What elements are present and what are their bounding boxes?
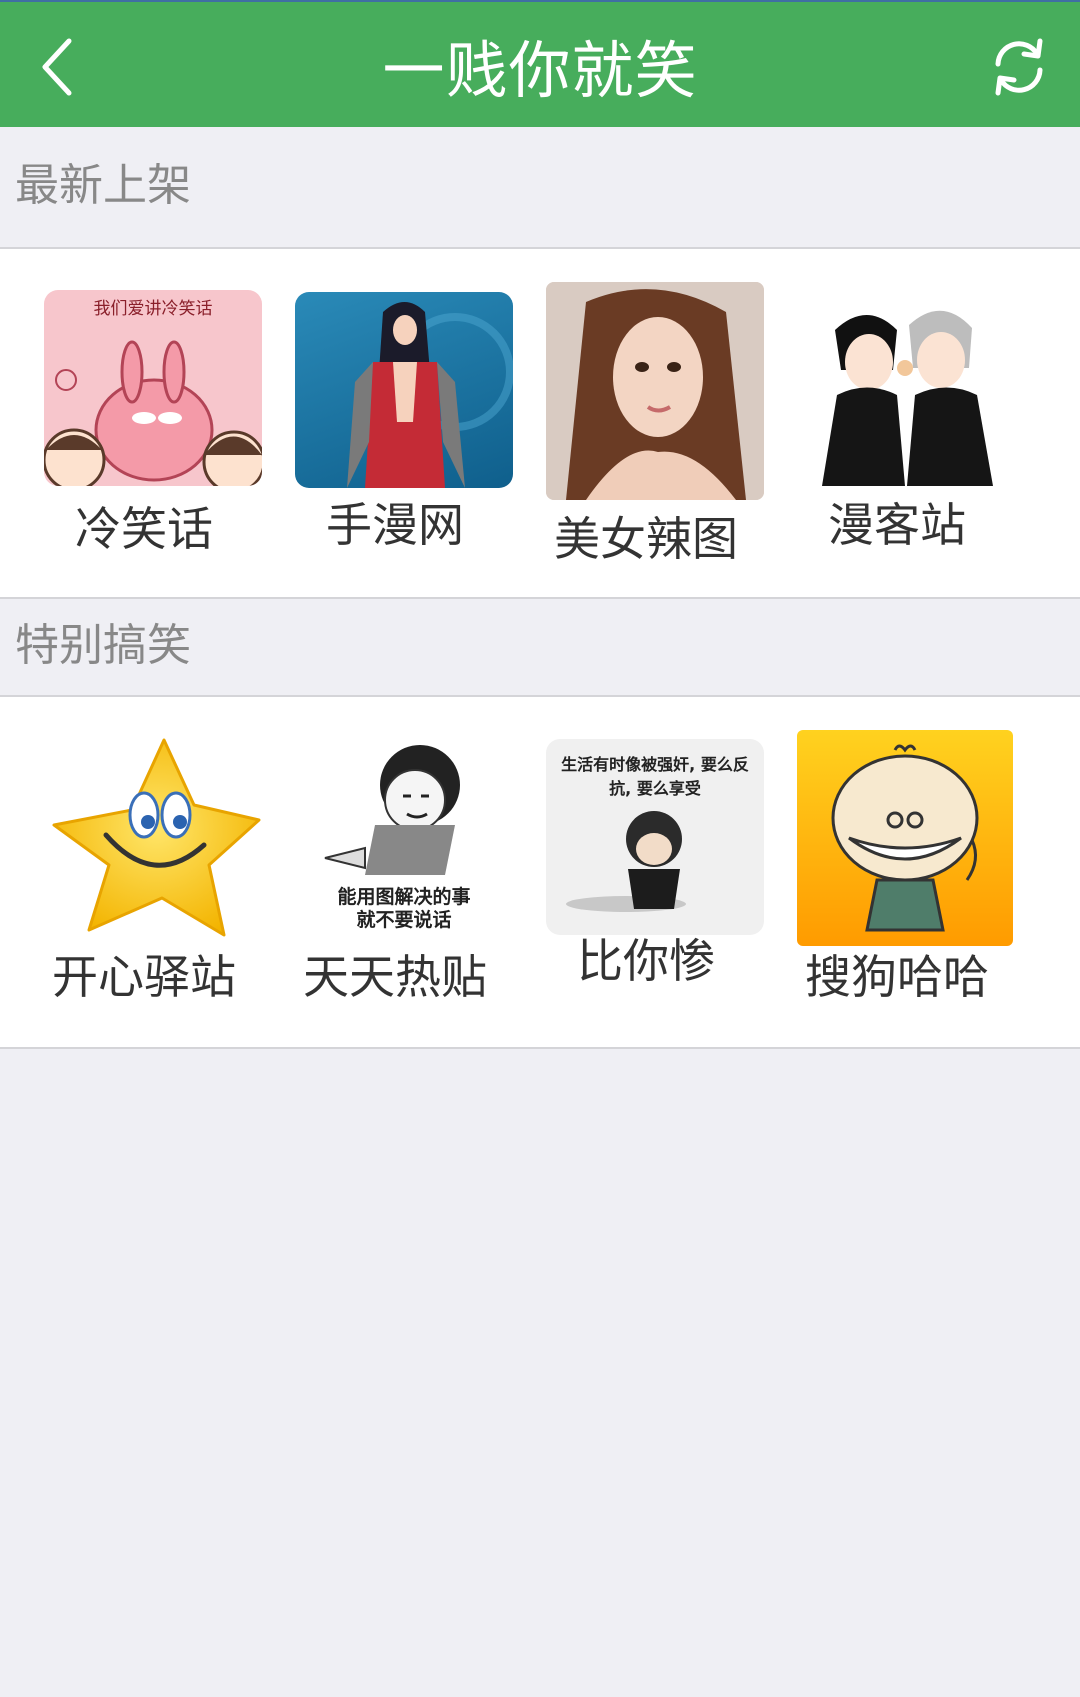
- page-title: 一贱你就笑: [382, 33, 698, 107]
- app-grid-latest: 我们爱讲冷笑话 冷笑话 手漫网 美女辣图 漫客站: [0, 249, 1080, 599]
- daily-posts-thumbnail: 能用图解决的事 就不要说话: [295, 730, 513, 948]
- thumbnail-caption: 能用图解决的事 就不要说话: [337, 886, 471, 931]
- beauty-pics-thumbnail: [546, 282, 764, 500]
- app-tile-worse-than-you[interactable]: 生活有时像被强奸, 要么反抗, 要么享受 比你惨: [521, 697, 771, 1047]
- tile-label: 手漫网: [326, 498, 464, 552]
- hand-comic-thumbnail: [295, 292, 513, 488]
- tile-label: 美女辣图: [554, 512, 738, 566]
- chevron-left-icon: [42, 38, 72, 96]
- section-header-latest: 最新上架: [0, 127, 1080, 249]
- app-tile-hand-comic[interactable]: 手漫网: [270, 249, 520, 597]
- app-tile-cold-jokes[interactable]: 我们爱讲冷笑话 冷笑话: [19, 249, 269, 597]
- refresh-icon: [995, 38, 1043, 96]
- sogou-haha-thumbnail: [797, 730, 1013, 946]
- worse-than-you-thumbnail: 生活有时像被强奸, 要么反抗, 要么享受: [546, 739, 764, 935]
- cold-jokes-thumbnail: 我们爱讲冷笑话: [44, 290, 262, 486]
- app-tile-daily-posts[interactable]: 能用图解决的事 就不要说话 天天热贴: [270, 697, 520, 1047]
- tile-label: 比你惨: [577, 934, 715, 988]
- tile-label: 天天热贴: [303, 950, 487, 1004]
- tile-label: 搜狗哈哈: [805, 950, 989, 1004]
- app-tile-comic-station[interactable]: 漫客站: [772, 249, 1022, 597]
- app-tile-happy-station[interactable]: 开心驿站: [19, 697, 269, 1047]
- app-tile-sogou-haha[interactable]: 搜狗哈哈: [772, 697, 1022, 1047]
- comic-station-thumbnail: [797, 290, 1015, 486]
- app-grid-funny: 开心驿站 能用图解决的事 就不要说话 天天热贴 生活有时像被强奸, 要么反抗, …: [0, 697, 1080, 1049]
- app-tile-beauty-pics[interactable]: 美女辣图: [521, 249, 771, 597]
- section-title: 特别搞笑: [15, 620, 191, 671]
- nav-bar: 一贱你就笑: [0, 2, 1080, 127]
- refresh-button[interactable]: [986, 34, 1052, 100]
- tile-label: 冷笑话: [75, 502, 213, 556]
- back-button[interactable]: [22, 32, 92, 102]
- tile-label: 开心驿站: [52, 950, 236, 1004]
- section-header-funny: 特别搞笑: [0, 599, 1080, 697]
- happy-station-thumbnail: [44, 730, 262, 948]
- section-title: 最新上架: [15, 160, 191, 211]
- tile-label: 漫客站: [828, 498, 966, 552]
